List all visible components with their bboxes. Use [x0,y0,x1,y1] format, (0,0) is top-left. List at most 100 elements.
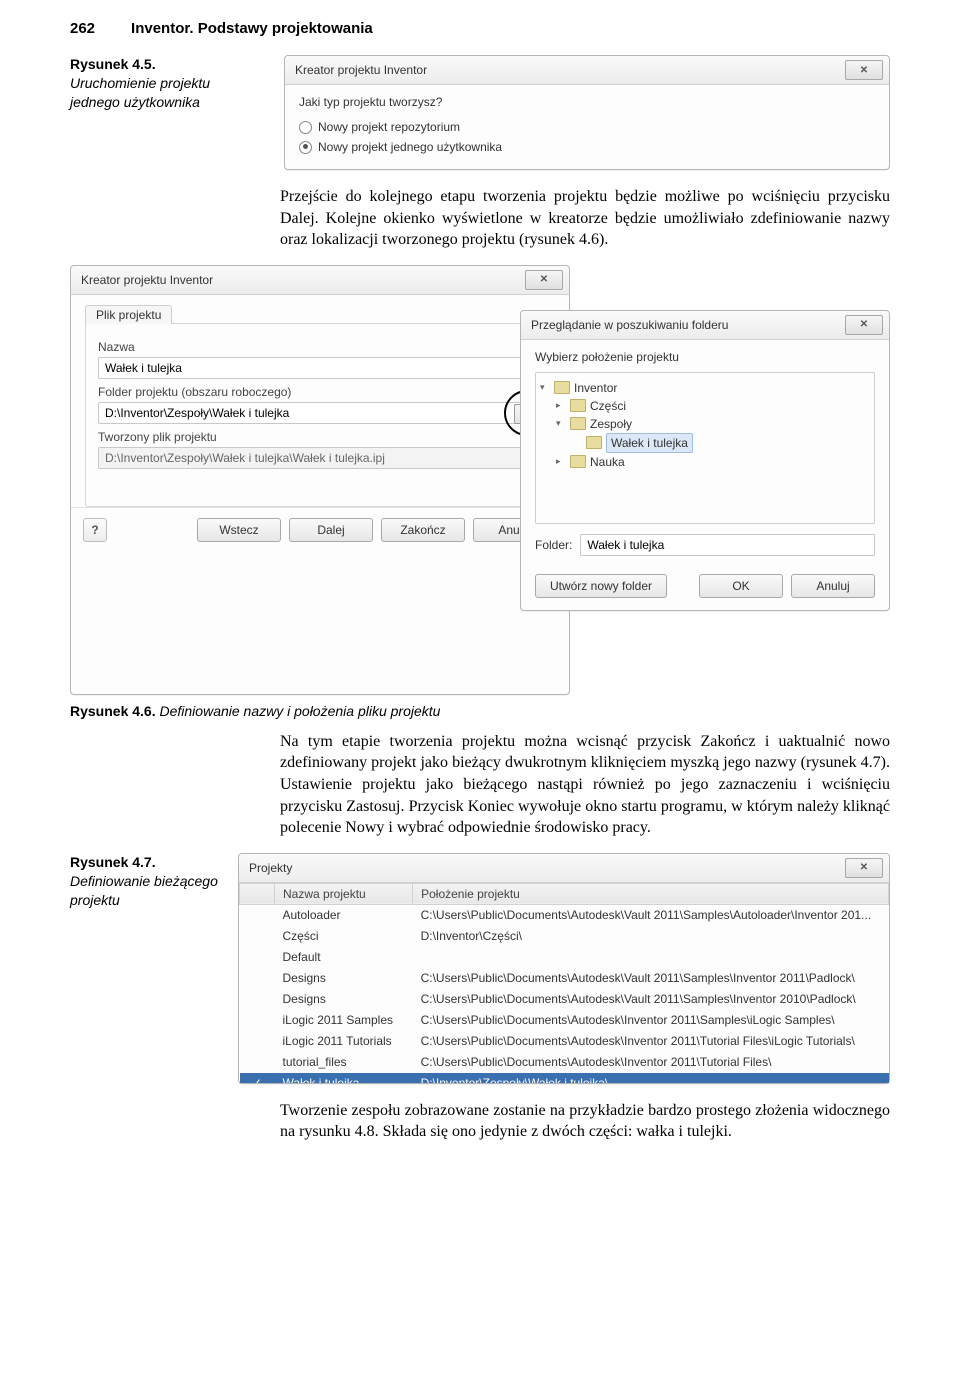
row-check [240,1051,275,1072]
row-check [240,1009,275,1030]
folder-field-label: Folder: [535,538,572,552]
radio-icon [299,121,312,134]
table-row[interactable]: iLogic 2011 TutorialsC:\Users\Public\Doc… [240,1030,889,1051]
back-button[interactable]: Wstecz [197,518,281,542]
row-name: Designs [275,967,413,988]
para-after-fig45: Przejście do kolejnego etapu tworzenia p… [280,186,890,251]
row-check [240,946,275,967]
row-check [240,967,275,988]
name-input[interactable] [98,357,542,379]
fig46-caption: Rysunek 4.6. Definiowanie nazwy i położe… [70,703,890,719]
table-row[interactable]: iLogic 2011 SamplesC:\Users\Public\Docum… [240,1009,889,1030]
tree-label: Nauka [590,453,625,471]
close-icon[interactable]: ✕ [845,858,883,878]
row-path: D:\Inventor\Części\ [413,925,889,946]
close-icon[interactable]: ✕ [845,315,883,335]
page-number: 262 [70,20,95,37]
close-icon[interactable]: ✕ [845,60,883,80]
col-check [240,883,275,904]
table-row[interactable]: Default [240,946,889,967]
projects-table: Nazwa projektu Położenie projektu Autolo… [239,883,889,1083]
para-after-fig47: Tworzenie zespołu zobrazowane zostanie n… [280,1100,890,1143]
fig46-browse-dialog: Przeglądanie w poszukiwaniu folderu ✕ Wy… [520,310,890,611]
tree-node-walektulejka[interactable]: Wałek i tulejka [540,433,870,453]
expand-icon: ▸ [556,455,566,469]
running-head: 262 Inventor. Podstawy projektowania [70,20,890,37]
finish-button[interactable]: Zakończ [381,518,465,542]
table-row[interactable]: CzęściD:\Inventor\Części\ [240,925,889,946]
folder-icon [570,417,586,430]
fig47-number: Rysunek 4.7. [70,853,220,872]
fig45-question: Jaki typ projektu tworzysz? [299,95,875,109]
folder-icon [570,399,586,412]
tree-label: Zespoły [590,415,632,433]
table-row[interactable]: ✓Wałek i tulejkaD:\Inventor\Zespoły\Wałe… [240,1072,889,1083]
row-path: C:\Users\Public\Documents\Autodesk\Vault… [413,967,889,988]
row-name: Autoloader [275,904,413,925]
tree-node-nauka[interactable]: ▸ Nauka [540,453,870,471]
fig45-caption: Rysunek 4.5. Uruchomienie projektu jedne… [70,55,260,112]
row-path: C:\Users\Public\Documents\Autodesk\Inven… [413,1051,889,1072]
fig45-number: Rysunek 4.5. [70,55,260,74]
table-row[interactable]: DesignsC:\Users\Public\Documents\Autodes… [240,988,889,1009]
radio-single-user[interactable]: Nowy projekt jednego użytkownika [299,137,875,157]
fig46-tab: Plik projektu [85,305,172,324]
fig47-desc: Definiowanie bieżącego projektu [70,872,220,910]
folder-icon [586,436,602,449]
next-button[interactable]: Dalej [289,518,373,542]
folder-icon [554,381,570,394]
row-check: ✓ [240,1072,275,1083]
row-name: iLogic 2011 Tutorials [275,1030,413,1051]
folder-icon [570,455,586,468]
fig45-desc: Uruchomienie projektu jednego użytkownik… [70,74,260,112]
close-icon[interactable]: ✕ [525,270,563,290]
tree-label: Części [590,397,626,415]
ok-button[interactable]: OK [699,574,783,598]
row-path: C:\Users\Public\Documents\Autodesk\Vault… [413,988,889,1009]
radio-repo[interactable]: Nowy projekt repozytorium [299,117,875,137]
tree-node-inventor[interactable]: ▾ Inventor [540,379,870,397]
fig46-number: Rysunek 4.6. [70,703,156,719]
expand-icon: ▾ [540,381,550,395]
table-row[interactable]: DesignsC:\Users\Public\Documents\Autodes… [240,967,889,988]
fig45-dialog: Kreator projektu Inventor ✕ Jaki typ pro… [284,55,890,170]
fig45-dialog-title: Kreator projektu Inventor [295,63,427,77]
tree-node-assemblies[interactable]: ▾ Zespoły [540,415,870,433]
running-title: Inventor. Podstawy projektowania [131,20,373,37]
row-check [240,988,275,1009]
fig46-desc: Definiowanie nazwy i położenia pliku pro… [160,703,441,719]
row-name: Wałek i tulejka [275,1072,413,1083]
row-path: D:\Inventor\Zespoły\Wałek i tulejka\ [413,1072,889,1083]
row-check [240,904,275,925]
tree-node-parts[interactable]: ▸ Części [540,397,870,415]
col-name[interactable]: Nazwa projektu [275,883,413,904]
tree-label-selected: Wałek i tulejka [606,433,693,453]
name-label: Nazwa [98,340,542,354]
row-name: Designs [275,988,413,1009]
tree-label: Inventor [574,379,617,397]
col-path[interactable]: Położenie projektu [413,883,889,904]
row-path: C:\Users\Public\Documents\Autodesk\Vault… [413,904,889,925]
row-path: C:\Users\Public\Documents\Autodesk\Inven… [413,1030,889,1051]
folder-input[interactable] [98,402,542,424]
radio-checked-icon [299,141,312,154]
created-label: Tworzony plik projektu [98,430,542,444]
folder-field[interactable] [580,534,875,556]
row-name: Części [275,925,413,946]
table-row[interactable]: tutorial_filesC:\Users\Public\Documents\… [240,1051,889,1072]
fig46-main-dialog: Kreator projektu Inventor ✕ Plik projekt… [70,265,570,695]
folder-label: Folder projektu (obszaru roboczego) [98,385,542,399]
fig47-caption: Rysunek 4.7. Definiowanie bieżącego proj… [70,853,220,910]
row-check [240,1030,275,1051]
expand-icon: ▸ [556,399,566,413]
cancel-button[interactable]: Anuluj [791,574,875,598]
row-name: tutorial_files [275,1051,413,1072]
table-row[interactable]: AutoloaderC:\Users\Public\Documents\Auto… [240,904,889,925]
fig46-main-title: Kreator projektu Inventor [81,273,213,287]
help-button[interactable]: ? [83,518,107,542]
row-path [413,946,889,967]
browse-prompt: Wybierz położenie projektu [535,350,875,364]
expand-icon: ▾ [556,417,566,431]
new-folder-button[interactable]: Utwórz nowy folder [535,574,667,598]
fig47-dialog-title: Projekty [249,861,292,875]
